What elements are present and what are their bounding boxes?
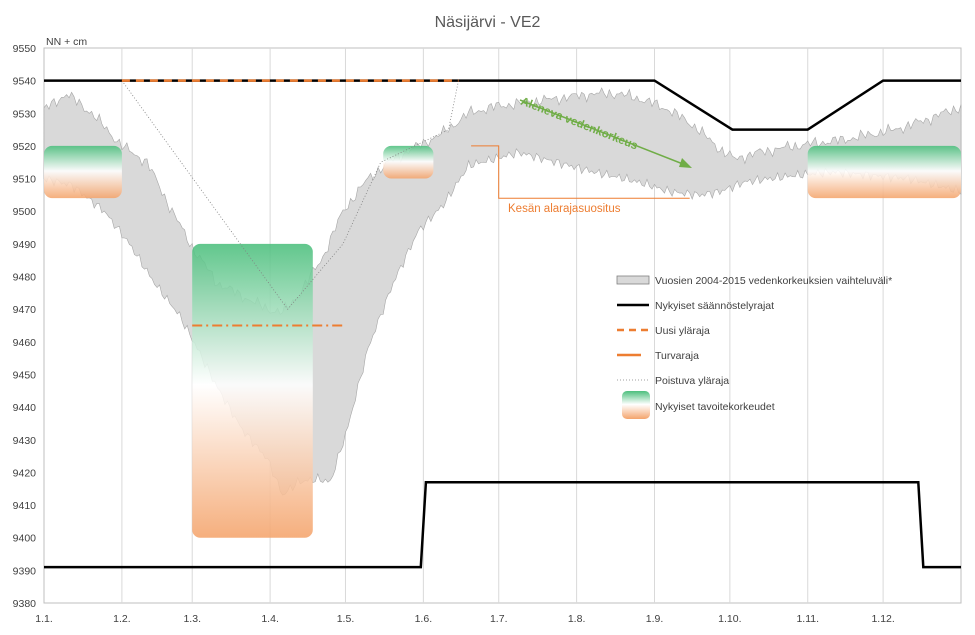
y-tick-label: 9380 bbox=[13, 598, 37, 610]
legend-label-band: Vuosien 2004-2015 vedenkorkeuksien vaiht… bbox=[655, 275, 892, 287]
legend-swatch-band bbox=[616, 275, 650, 285]
y-tick-labels: 9380 9390 9400 9410 9420 9430 9440 9450 9460 9470… bbox=[13, 43, 37, 610]
y-tick-label: 9410 bbox=[13, 500, 37, 512]
target-box-1 bbox=[44, 145, 122, 199]
legend-label-old-upper: Poistuva yläraja bbox=[655, 375, 729, 387]
x-tick-labels: 1.1. 1.2. 1.3. 1.4. 1.5. 1.6. 1.7. 1.8. 1.9. 1.10… bbox=[35, 613, 895, 625]
target-box-4 bbox=[807, 145, 961, 199]
legend-swatch-targets bbox=[622, 391, 650, 419]
x-tick-label: 1.9. bbox=[646, 613, 664, 625]
y-tick-label: 9400 bbox=[13, 533, 37, 545]
chart-title: Näsijärvi - VE2 bbox=[435, 14, 541, 31]
y-tick-label: 9490 bbox=[13, 239, 37, 251]
y-tick-label: 9540 bbox=[13, 76, 37, 88]
y-tick-label: 9440 bbox=[13, 402, 37, 414]
y-tick-label: 9450 bbox=[13, 370, 37, 382]
x-tick-label: 1.7. bbox=[490, 613, 508, 625]
x-tick-label: 1.3. bbox=[183, 613, 201, 625]
y-tick-label: 9470 bbox=[13, 304, 37, 316]
regulation-lower-line bbox=[44, 480, 961, 569]
legend-label-new-upper: Uusi yläraja bbox=[655, 325, 710, 337]
x-tick-label: 1.12. bbox=[871, 613, 894, 625]
legend-label-targets: Nykyiset tavoitekorkeudet bbox=[655, 401, 775, 413]
legend-label-regulation: Nykyiset säännöstelyrajat bbox=[655, 300, 774, 312]
y-tick-label: 9460 bbox=[13, 337, 37, 349]
y-tick-label: 9510 bbox=[13, 174, 37, 186]
x-tick-label: 1.6. bbox=[415, 613, 433, 625]
y-tick-label: 9550 bbox=[13, 43, 37, 55]
x-tick-label: 1.5. bbox=[337, 613, 355, 625]
y-axis-unit-label: NN + cm bbox=[46, 36, 87, 48]
x-tick-label: 1.4. bbox=[261, 613, 279, 625]
y-tick-label: 9430 bbox=[13, 435, 37, 447]
x-tick-label: 1.1. bbox=[35, 613, 53, 625]
target-box-2 bbox=[192, 243, 313, 538]
y-tick-label: 9530 bbox=[13, 108, 37, 120]
y-tick-label: 9500 bbox=[13, 206, 37, 218]
y-tick-label: 9420 bbox=[13, 467, 37, 479]
y-tick-label: 9480 bbox=[13, 272, 37, 284]
summer-minimum-annotation: Kesän alarajasuositus bbox=[508, 203, 621, 215]
y-tick-label: 9520 bbox=[13, 141, 37, 153]
x-tick-label: 1.2. bbox=[113, 613, 131, 625]
x-tick-label: 1.11. bbox=[796, 613, 819, 625]
target-height-boxes bbox=[44, 145, 961, 538]
y-tick-label: 9390 bbox=[13, 565, 37, 577]
chart-svg: Näsijärvi - VE2 NN + cm 9380 9390 9400 9410… bbox=[13, 14, 962, 625]
x-tick-label: 1.10. bbox=[718, 613, 741, 625]
target-box-3 bbox=[383, 145, 434, 179]
legend-label-safety: Turvaraja bbox=[655, 350, 699, 362]
x-tick-label: 1.8. bbox=[568, 613, 586, 625]
legend: Vuosien 2004-2015 vedenkorkeuksien vaiht… bbox=[616, 275, 892, 419]
